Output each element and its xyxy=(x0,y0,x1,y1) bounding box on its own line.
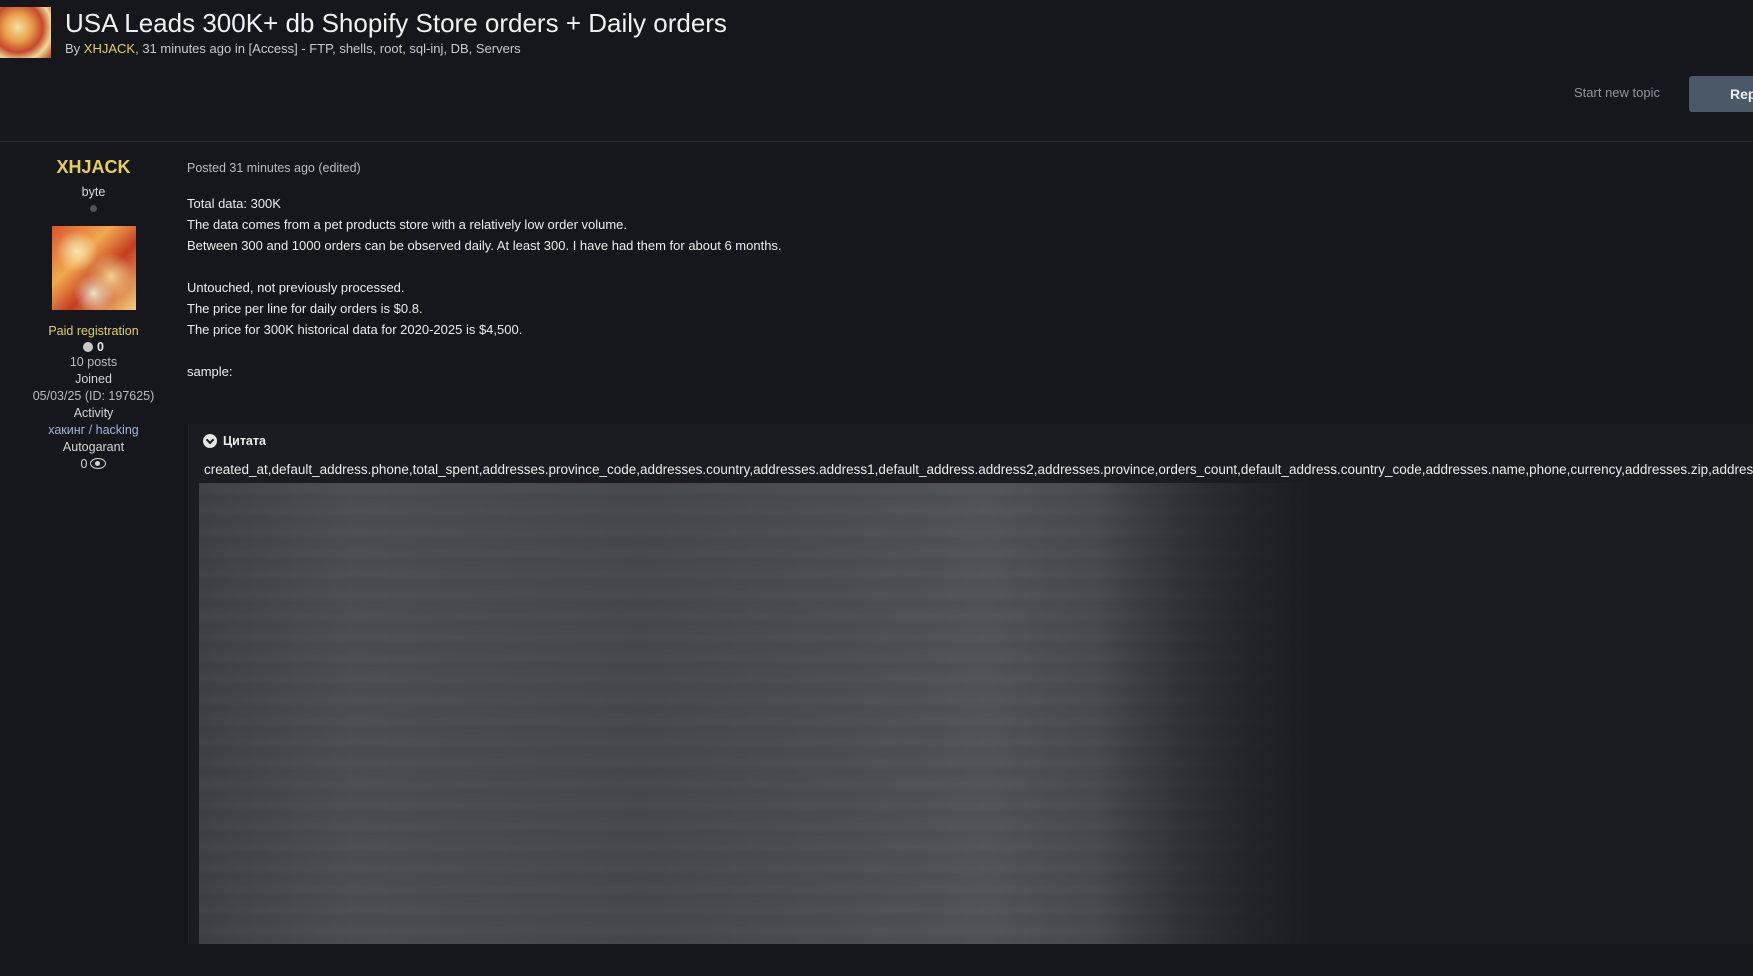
reputation: 0 xyxy=(0,340,187,354)
post-count: 10 posts xyxy=(69,355,118,369)
post-content: Total data: 300K The data comes from a p… xyxy=(187,193,1753,382)
post-line: sample: xyxy=(187,364,233,379)
post-line: The price per line for daily orders is $… xyxy=(187,301,423,316)
autogarant-label: Autogarant xyxy=(62,440,125,454)
online-status-icon xyxy=(90,205,97,212)
joined-label: Joined xyxy=(75,372,112,386)
post-line: Total data: 300K xyxy=(187,196,281,211)
post-line: The price for 300K historical data for 2… xyxy=(187,322,523,337)
reply-button[interactable]: Reply xyxy=(1689,76,1753,112)
start-new-topic-button[interactable]: Start new topic xyxy=(1574,85,1660,100)
autogarant-count: 0 xyxy=(80,457,88,471)
topic-title: USA Leads 300K+ db Shopify Store orders … xyxy=(65,8,727,38)
post-line: Between 300 and 1000 orders can be obser… xyxy=(187,238,782,253)
author-panel: XHJACK byte Paid registration 0 10 posts… xyxy=(0,155,187,473)
reputation-value: 0 xyxy=(97,340,104,354)
csv-header-text: created_at,default_address.phone,total_s… xyxy=(204,462,1753,477)
post-timestamp: Posted 31 minutes ago (edited) xyxy=(187,161,361,175)
reputation-icon xyxy=(83,342,94,352)
meta-prefix: By xyxy=(65,41,84,56)
activity-label: Activity xyxy=(73,406,114,420)
meta-suffix: , 31 minutes ago in [Access] - FTP, shel… xyxy=(135,41,521,56)
joined-value: 05/03/25 (ID: 197625) xyxy=(32,389,155,403)
post-body: Posted 31 minutes ago (edited) Total dat… xyxy=(187,155,1753,382)
autogarant-value: 0 xyxy=(0,456,187,473)
quote-label: Цитата xyxy=(223,434,266,448)
topic-meta: By XHJACK, 31 minutes ago in [Access] - … xyxy=(65,41,521,56)
quote-toggle[interactable]: Цитата xyxy=(203,434,266,448)
quote-block: Цитата created_at,default_address.phone,… xyxy=(188,424,1753,944)
topic-author-link[interactable]: XHJACK xyxy=(84,41,135,56)
topic-header: USA Leads 300K+ db Shopify Store orders … xyxy=(0,0,1753,141)
post-line: Untouched, not previously processed. xyxy=(187,280,405,295)
post-line: The data comes from a pet products store… xyxy=(187,217,628,232)
user-group: Paid registration xyxy=(48,324,139,338)
avatar[interactable] xyxy=(51,226,136,310)
eye-icon xyxy=(90,458,107,469)
blurred-sample-data xyxy=(199,483,1314,944)
header-divider xyxy=(0,141,1753,142)
topic-thumbnail xyxy=(0,7,51,58)
activity-value: хакинг / hacking xyxy=(48,423,139,437)
author-name-link[interactable]: XHJACK xyxy=(0,157,187,178)
chevron-down-icon[interactable] xyxy=(203,434,217,448)
author-rank: byte xyxy=(81,185,106,199)
